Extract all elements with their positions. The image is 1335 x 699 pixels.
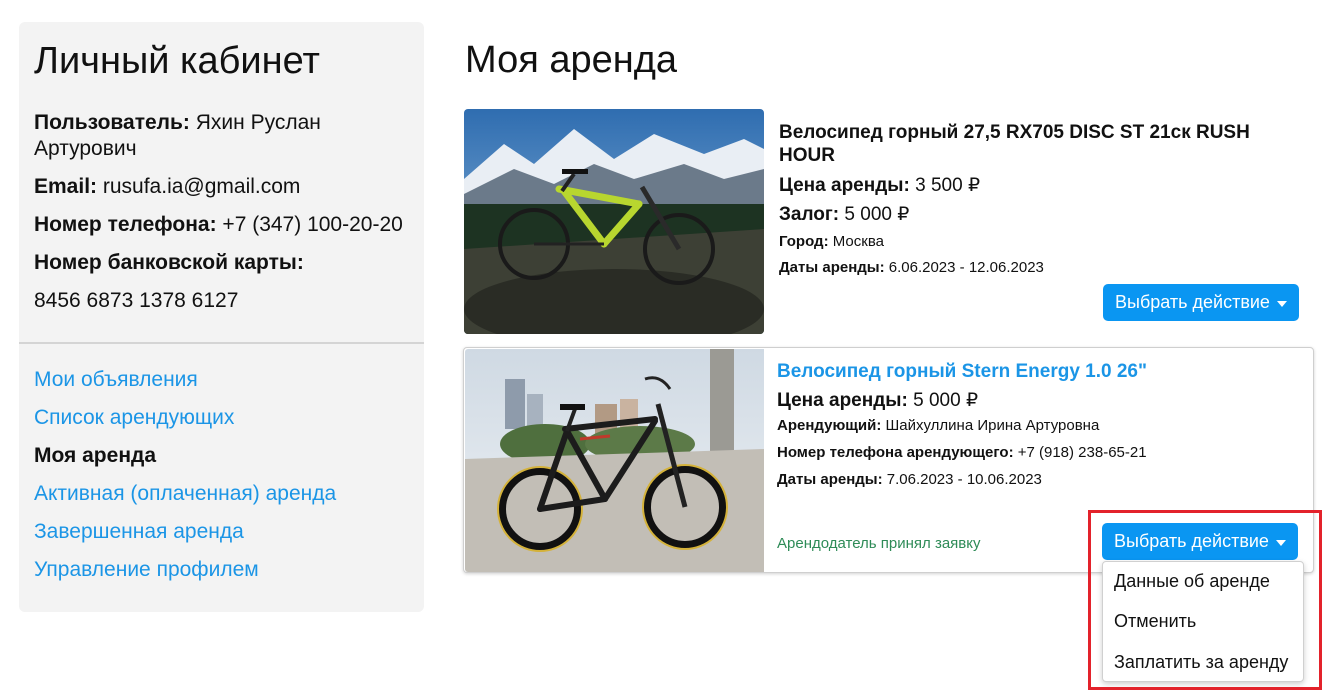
- renter-value-2: Шайхуллина Ирина Артуровна: [881, 417, 1100, 434]
- bike-photo-2[interactable]: [465, 349, 764, 572]
- email-value: rusufa.ia@gmail.com: [97, 175, 301, 198]
- card-number: 8456 6873 1378 6127: [34, 289, 239, 312]
- sidebar: Личный кабинет Пользователь: Яхин Руслан…: [19, 22, 424, 612]
- dates-value-1: 6.06.2023 - 12.06.2023: [884, 259, 1044, 276]
- email-info: Email: rusufa.ia@gmail.com: [34, 174, 424, 200]
- menu-item-pay-rent[interactable]: Заплатить за аренду: [1114, 652, 1288, 673]
- menu-item-cancel[interactable]: Отменить: [1114, 611, 1196, 632]
- renter-phone-label-2: Номер телефона арендующего:: [777, 444, 1014, 461]
- renter-label-2: Арендующий:: [777, 417, 882, 434]
- deposit-label-1: Залог:: [779, 204, 840, 225]
- nav-my-ads[interactable]: Мои объявления: [34, 368, 198, 392]
- phone-value: +7 (347) 100-20-20: [216, 213, 403, 236]
- price-2: Цена аренды: 5 000 ₽: [777, 389, 978, 412]
- city-value-1: Москва: [828, 233, 884, 250]
- renter-phone-2: Номер телефона арендующего: +7 (918) 238…: [777, 444, 1147, 461]
- dates-label-1: Даты аренды:: [779, 259, 885, 276]
- sidebar-divider: [19, 342, 424, 344]
- sidebar-title: Личный кабинет: [34, 40, 320, 82]
- action-dropdown-menu: Данные об аренде Отменить Заплатить за а…: [1102, 561, 1304, 682]
- dates-1: Даты аренды: 6.06.2023 - 12.06.2023: [779, 259, 1044, 276]
- nav-my-rent[interactable]: Моя аренда: [34, 444, 156, 468]
- phone-label: Номер телефона:: [34, 213, 217, 236]
- city-1: Город: Москва: [779, 233, 884, 250]
- dates-label-2: Даты аренды:: [777, 471, 883, 488]
- email-label: Email:: [34, 175, 98, 198]
- listing-title-2[interactable]: Велосипед горный Stern Energy 1.0 26": [777, 361, 1147, 383]
- renter-phone-value-2: +7 (918) 238-65-21: [1013, 444, 1147, 461]
- choose-action-button-1[interactable]: Выбрать действие: [1103, 284, 1299, 321]
- choose-action-button-2[interactable]: Выбрать действие: [1102, 523, 1298, 560]
- menu-item-rent-details[interactable]: Данные об аренде: [1114, 571, 1270, 592]
- dates-2: Даты аренды: 7.06.2023 - 10.06.2023: [777, 471, 1042, 488]
- listing-title-1: Велосипед горный 27,5 RX705 DISC ST 21ск…: [779, 122, 1250, 166]
- choose-action-label-1: Выбрать действие: [1115, 292, 1270, 312]
- nav-renters-list[interactable]: Список арендующих: [34, 406, 234, 430]
- choose-action-label-2: Выбрать действие: [1114, 531, 1269, 551]
- user-label: Пользователь:: [34, 111, 190, 134]
- user-info: Пользователь: Яхин Руслан Артурович: [34, 110, 424, 162]
- nav-active-rent[interactable]: Активная (оплаченная) аренда: [34, 482, 336, 506]
- phone-info: Номер телефона: +7 (347) 100-20-20: [34, 212, 424, 238]
- page-title: Моя аренда: [465, 39, 678, 81]
- price-value-1: 3 500 ₽: [909, 175, 981, 196]
- nav-completed-rent[interactable]: Завершенная аренда: [34, 520, 244, 544]
- price-label-2: Цена аренды:: [777, 390, 908, 411]
- deposit-1: Залог: 5 000 ₽: [779, 203, 909, 226]
- caret-down-icon: [1276, 300, 1287, 307]
- price-1: Цена аренды: 3 500 ₽: [779, 174, 980, 197]
- nav-profile-settings[interactable]: Управление профилем: [34, 558, 259, 582]
- price-value-2: 5 000 ₽: [907, 390, 979, 411]
- dates-value-2: 7.06.2023 - 10.06.2023: [882, 471, 1042, 488]
- price-label-1: Цена аренды:: [779, 175, 910, 196]
- card-label: Номер банковской карты:: [34, 251, 304, 274]
- bike-photo-1[interactable]: [464, 109, 764, 334]
- renter-2: Арендующий: Шайхуллина Ирина Артуровна: [777, 417, 1099, 434]
- caret-down-icon: [1275, 539, 1286, 546]
- card-info: Номер банковской карты:: [34, 250, 424, 276]
- city-label-1: Город:: [779, 233, 829, 250]
- status-text: Арендодатель принял заявку: [777, 535, 981, 552]
- deposit-value-1: 5 000 ₽: [839, 204, 910, 225]
